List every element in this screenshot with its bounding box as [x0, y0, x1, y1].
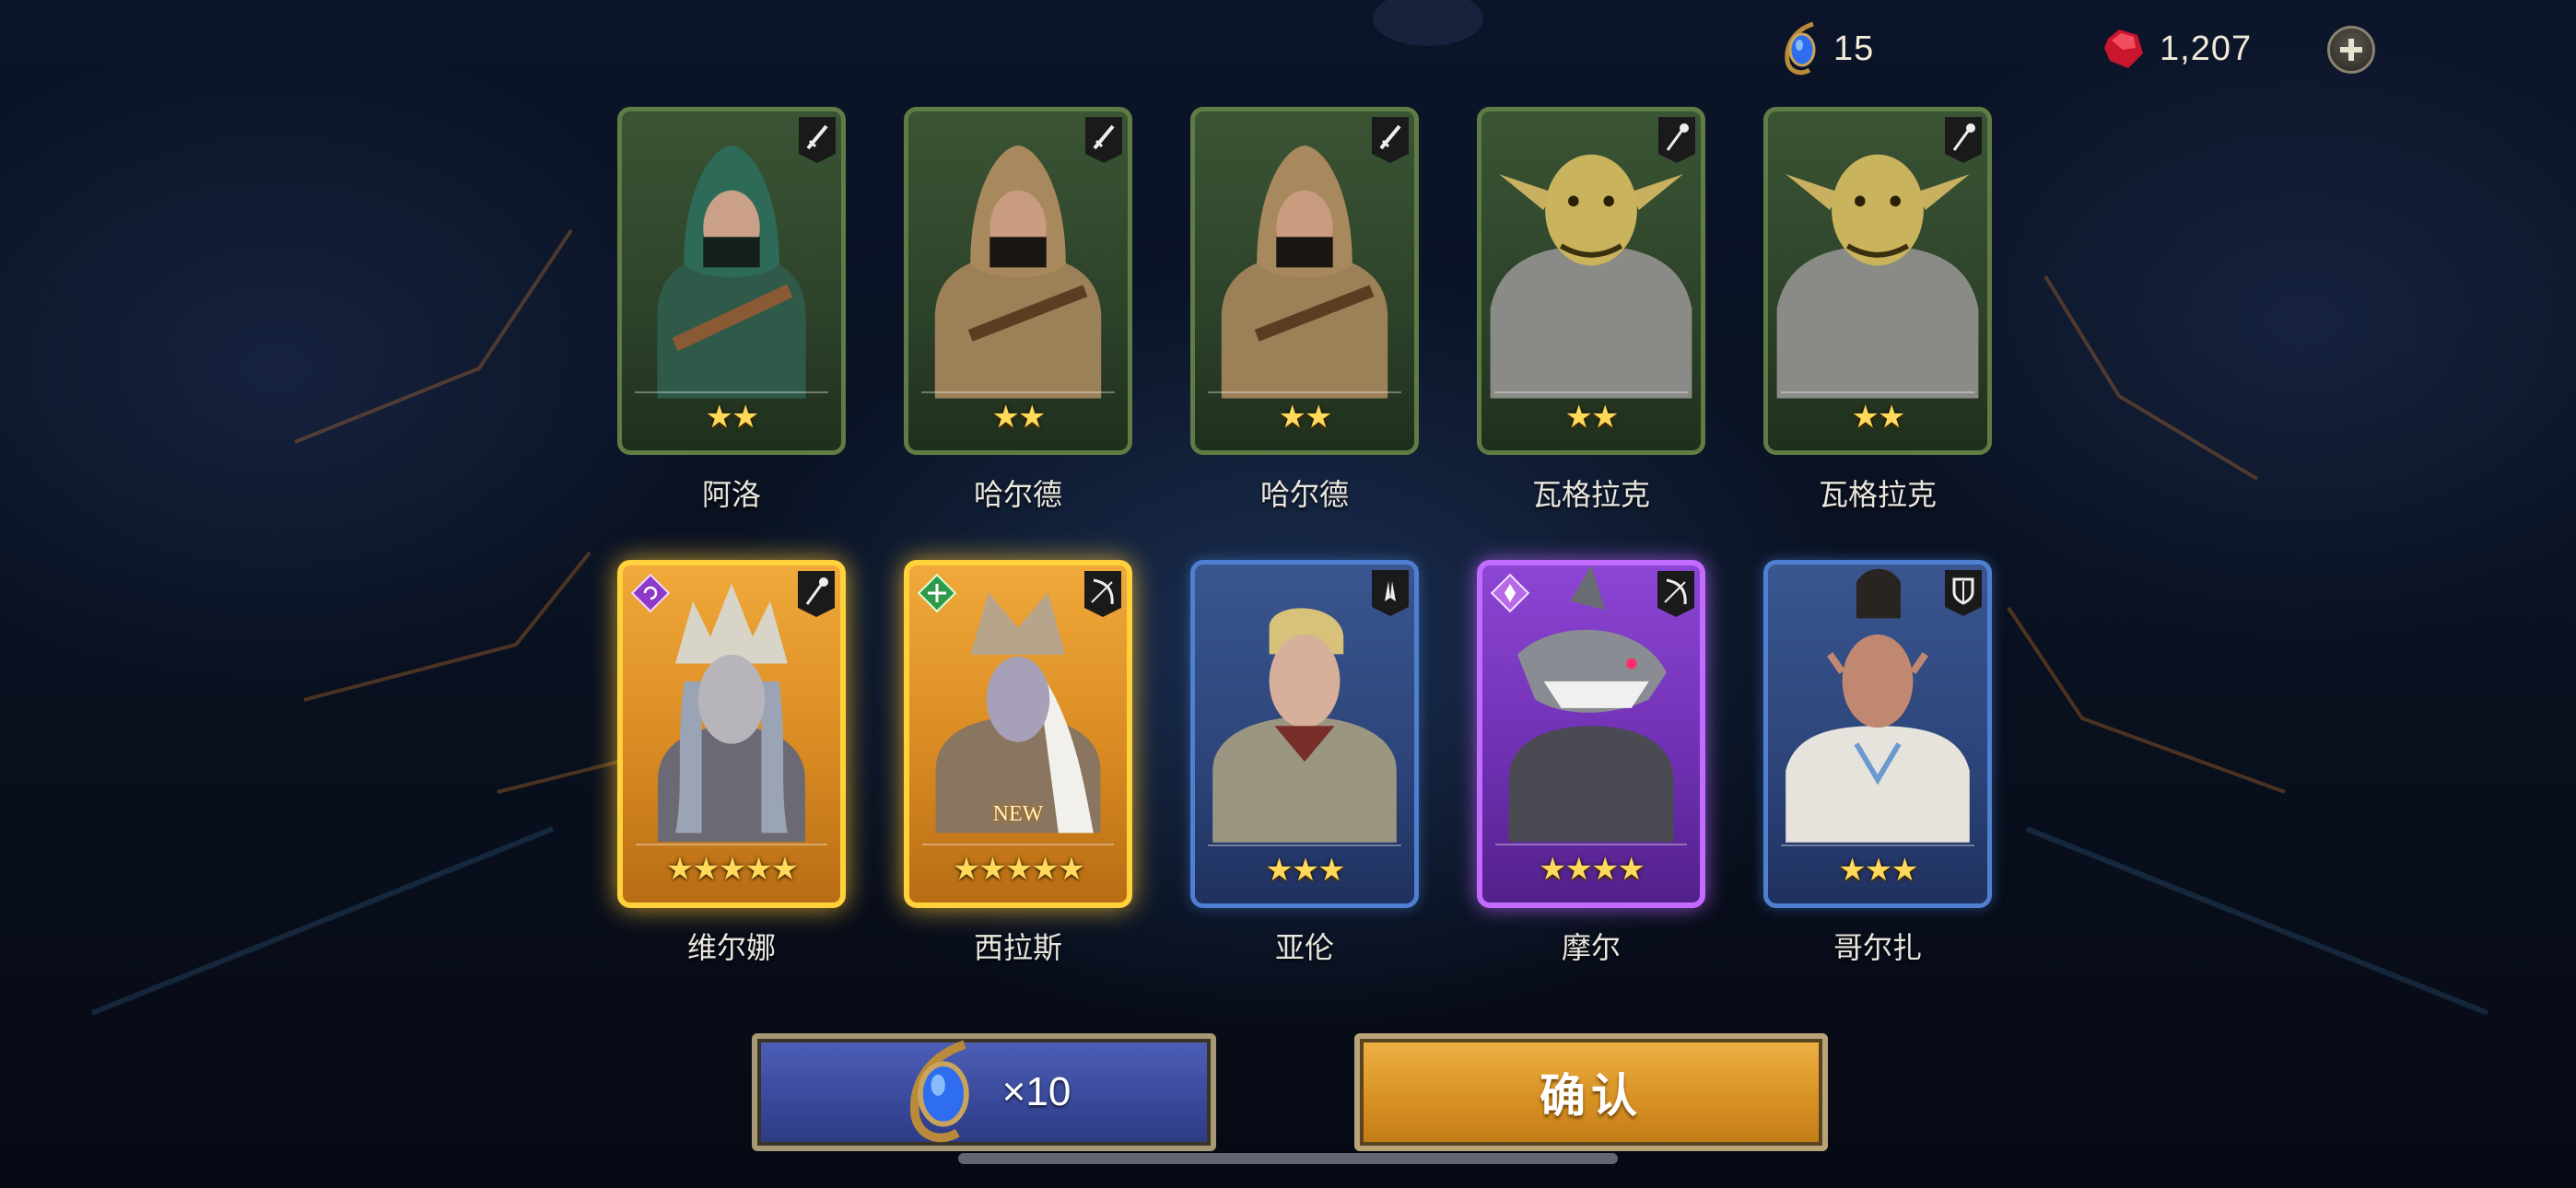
hero-card[interactable]: ★★★★: [1477, 560, 1705, 908]
star-rating: ★★: [1851, 400, 1906, 435]
summon-count-label: ×10: [1001, 1069, 1071, 1114]
hero-name: 维尔娜: [686, 931, 776, 964]
card-divider: [1781, 391, 1974, 393]
bow-icon: [1657, 571, 1694, 617]
hero-name: 哈尔德: [973, 478, 1062, 511]
add-currency-button[interactable]: [2327, 26, 2375, 74]
confirm-label: 确认: [1540, 1070, 1643, 1122]
hero-card[interactable]: ★★★: [1763, 560, 1992, 908]
card-divider: [636, 844, 827, 845]
star-rating: ★★★: [1838, 853, 1918, 888]
home-indicator[interactable]: [958, 1153, 1618, 1164]
card-divider: [1494, 391, 1688, 393]
star-rating: ★★★★★: [665, 852, 799, 887]
hero-name: 亚伦: [1274, 931, 1334, 964]
staff-icon: [798, 571, 835, 617]
blue-gem-icon: [1785, 21, 1816, 76]
staff-icon: [1658, 117, 1695, 163]
summon-x10-button[interactable]: ×10: [752, 1033, 1216, 1151]
star-rating: ★★★: [1265, 853, 1345, 888]
confirm-button[interactable]: 确认: [1354, 1033, 1828, 1151]
praying-hands-icon: [1372, 570, 1409, 616]
crystal-icon: [1490, 573, 1530, 613]
hero-name: 瓦格拉克: [1818, 478, 1937, 511]
blue-gem-icon: [909, 1040, 969, 1143]
star-rating: ★★★★: [1539, 852, 1645, 887]
hero-card[interactable]: ★★: [1477, 107, 1705, 455]
summon-gem-counter: 15: [1778, 20, 1874, 77]
card-divider: [1208, 844, 1401, 846]
ruby-icon: [2104, 29, 2143, 68]
card-divider: [921, 391, 1115, 393]
hero-card[interactable]: ★★: [904, 107, 1132, 455]
new-badge: NEW: [992, 802, 1044, 826]
star-rating: ★★: [1564, 400, 1620, 435]
hero-card[interactable]: NEW ★★★★★: [904, 560, 1132, 908]
card-divider: [1781, 844, 1974, 846]
card-divider: [635, 391, 828, 393]
star-rating: ★★: [705, 400, 760, 435]
star-rating: ★★: [991, 400, 1047, 435]
leaf-diamond-icon: [917, 573, 957, 613]
hero-card[interactable]: ★★★★★: [617, 560, 846, 908]
bow-icon: [1084, 571, 1121, 617]
shield-icon: [1945, 570, 1982, 616]
hero-name: 摩尔: [1561, 931, 1621, 964]
hero-name: 阿洛: [701, 478, 761, 511]
staff-icon: [1945, 117, 1982, 163]
hero-name: 哥尔扎: [1832, 931, 1922, 964]
summon-results-screen: 15 1,207 ★★ ★★ ★★ ★★ ★★ 阿洛 哈尔德 哈尔德 瓦格拉克 …: [0, 0, 2576, 1188]
swirl-icon: [630, 573, 671, 613]
dagger-icon: [1085, 117, 1122, 163]
summon-gem-count: 15: [1833, 29, 1875, 68]
card-divider: [1208, 391, 1401, 393]
ruby-count: 1,207: [2160, 29, 2253, 68]
hero-card[interactable]: ★★★: [1190, 560, 1419, 908]
star-rating: ★★: [1278, 400, 1333, 435]
card-divider: [1495, 844, 1687, 845]
hero-name: 西拉斯: [973, 931, 1062, 964]
hero-name: 哈尔德: [1259, 478, 1349, 511]
dagger-icon: [799, 117, 836, 163]
star-rating: ★★★★★: [952, 852, 1085, 887]
hero-card[interactable]: ★★: [617, 107, 846, 455]
dagger-icon: [1372, 117, 1409, 163]
ruby-counter: 1,207: [2101, 26, 2252, 72]
hero-name: 瓦格拉克: [1531, 478, 1650, 511]
plus-icon: [2340, 39, 2362, 61]
card-divider: [922, 844, 1114, 845]
hero-card[interactable]: ★★: [1190, 107, 1419, 455]
hero-card[interactable]: ★★: [1763, 107, 1992, 455]
